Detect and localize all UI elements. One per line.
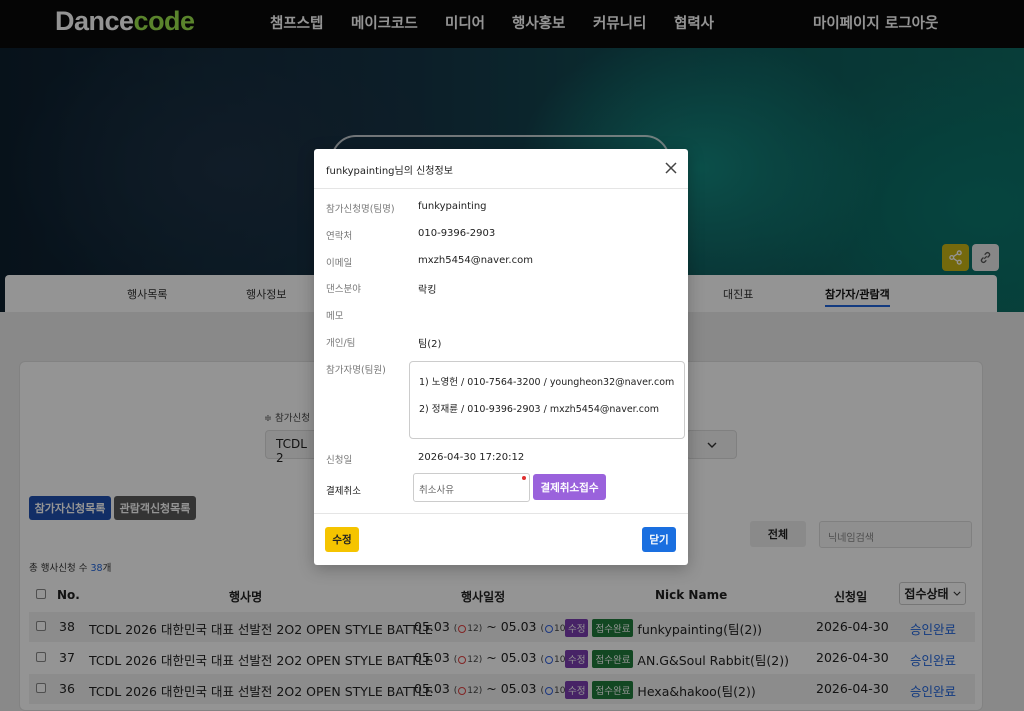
team-name-value: funkypainting	[418, 201, 487, 212]
email-label: 이메일	[326, 258, 353, 269]
payment-cancel-label: 결제취소	[326, 486, 361, 497]
member-item: 2) 정재륜 / 010-9396-2903 / mxzh5454@naver.…	[419, 404, 660, 415]
contact-value: 010-9396-2903	[418, 228, 496, 239]
close-button[interactable]: 닫기	[642, 527, 676, 552]
close-icon[interactable]	[664, 161, 678, 175]
payment-cancel-button[interactable]: 결제취소접수	[533, 474, 606, 500]
application-info-modal: funkypainting님의 신청정보 참가신청명(팀명) funkypain…	[314, 149, 688, 565]
email-value: mxzh5454@naver.com	[418, 255, 533, 266]
edit-button[interactable]: 수정	[325, 527, 359, 552]
type-label: 개인/팀	[326, 338, 356, 349]
team-name-label: 참가신청명(팀명)	[326, 204, 395, 215]
cancel-reason-input[interactable]: 취소사유	[413, 473, 530, 502]
modal-footer-divider	[314, 513, 688, 514]
members-box: 1) 노영헌 / 010-7564-3200 / youngheon32@nav…	[409, 361, 685, 439]
applied-date-label: 신청일	[326, 455, 353, 466]
cancel-reason-placeholder: 취소사유	[419, 485, 454, 496]
contact-label: 연락처	[326, 231, 353, 242]
applied-date-value: 2026-04-30 17:20:12	[418, 452, 525, 463]
modal-header: funkypainting님의 신청정보	[314, 149, 688, 189]
member-item: 1) 노영헌 / 010-7564-3200 / youngheon32@nav…	[419, 377, 675, 388]
modal-title: funkypainting님의 신청정보	[326, 166, 453, 177]
type-value: 팀(2)	[418, 339, 442, 350]
required-indicator	[522, 476, 526, 480]
genre-label: 댄스분야	[326, 284, 361, 295]
genre-value: 락킹	[418, 285, 437, 296]
members-label: 참가자명(팀원)	[326, 365, 386, 376]
memo-label: 메모	[326, 311, 344, 322]
